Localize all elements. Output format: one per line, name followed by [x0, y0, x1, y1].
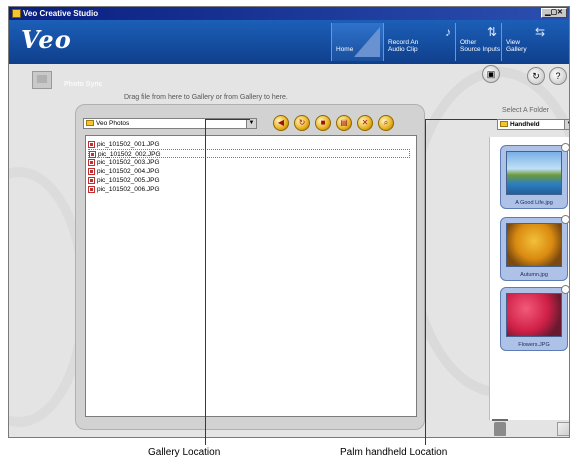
search-icon[interactable]: ⌕: [378, 115, 394, 131]
file-item[interactable]: pic_101502_005.JPG: [88, 176, 410, 185]
view-gallery-button[interactable]: ⇆ View Gallery: [501, 23, 549, 61]
back-icon[interactable]: ◀: [273, 115, 289, 131]
palm-handheld-location-label: Palm handheld Location: [340, 447, 448, 458]
file-item[interactable]: pic_101502_006.JPG: [88, 185, 410, 194]
gallery-folder-value: Veo Photos: [96, 120, 130, 127]
gallery-file-list[interactable]: pic_101502_001.JPG pic_101502_002.JPG pi…: [85, 135, 417, 417]
thumbnail-image: [506, 223, 562, 267]
trash-icon[interactable]: [492, 419, 508, 436]
thumbnail-caption: Autumn.jpg: [520, 272, 548, 278]
thumbnail-caption: Flowers.JPG: [518, 342, 550, 348]
thumbnail-caption: A Good Life.jpg: [515, 200, 553, 206]
image-file-icon: [88, 159, 95, 166]
drag-instruction: Drag file from here to Gallery or from G…: [124, 94, 288, 101]
file-item[interactable]: pic_101502_001.JPG: [88, 140, 410, 149]
file-name: pic_101502_002.JPG: [98, 151, 161, 158]
arrows-icon: ⇅: [486, 25, 497, 39]
other-source-inputs-label: Other Source Inputs: [460, 39, 501, 53]
image-file-icon: [88, 141, 95, 148]
record-audio-label: Record An Audio Clip: [388, 39, 419, 53]
select-corner-icon[interactable]: [561, 143, 569, 152]
file-name: pic_101502_006.JPG: [97, 186, 160, 193]
thumbnail-image: [506, 293, 562, 337]
app-icon: [12, 9, 21, 18]
select-corner-icon[interactable]: [561, 215, 569, 224]
folder-icon[interactable]: ▤: [336, 115, 352, 131]
image-file-icon: [89, 151, 96, 158]
veo-creative-studio-window: Veo Creative Studio ▁▢✕ Veo Home ♪ Recor…: [8, 6, 570, 438]
gallery-callout-line-vertical: [205, 119, 206, 445]
thumbnail-card[interactable]: Autumn.jpg: [500, 215, 569, 281]
home-label: Home: [336, 46, 354, 53]
handheld-thumbnail-list[interactable]: A Good Life.jpg Autumn.jpg Flowers.JPG: [489, 137, 569, 420]
image-file-icon: [88, 168, 95, 175]
stop-icon[interactable]: ■: [315, 115, 331, 131]
sync-icon[interactable]: ↻: [527, 67, 545, 85]
other-source-inputs-button[interactable]: ⇅ Other Source Inputs: [455, 23, 501, 61]
photo-sync-title: Photo Sync: [64, 81, 103, 88]
home-button[interactable]: Home: [331, 23, 383, 61]
select-corner-icon[interactable]: [561, 285, 569, 294]
handheld-folder-value: Handheld: [510, 121, 540, 128]
gallery-location-label: Gallery Location: [148, 447, 221, 458]
thumbnail-card[interactable]: A Good Life.jpg: [500, 143, 569, 209]
folder-icon: [86, 120, 94, 126]
file-name: pic_101502_003.JPG: [97, 159, 160, 166]
microphone-icon: ♪: [445, 25, 451, 39]
thumbnail-image: [506, 151, 562, 195]
header-bar: Veo Home ♪ Record An Audio Clip ⇅ Other …: [9, 20, 569, 64]
image-file-icon: [88, 186, 95, 193]
record-audio-button[interactable]: ♪ Record An Audio Clip: [383, 23, 455, 61]
folder-icon: [500, 121, 508, 127]
help-icon[interactable]: ?: [549, 67, 567, 85]
image-file-icon: [88, 177, 95, 184]
home-icon: [354, 27, 380, 57]
photo-sync-icon: [32, 71, 52, 89]
delete-icon[interactable]: ✕: [357, 115, 373, 131]
file-name: pic_101502_004.JPG: [97, 168, 160, 175]
gallery-icon: ⇆: [534, 25, 545, 39]
file-name: pic_101502_005.JPG: [97, 177, 160, 184]
select-folder-label: Select A Folder: [502, 107, 550, 114]
file-item[interactable]: pic_101502_003.JPG: [88, 158, 410, 167]
veo-logo: Veo: [21, 25, 72, 54]
window-title: Veo Creative Studio: [23, 9, 99, 18]
thumbnail-card[interactable]: Flowers.JPG: [500, 285, 569, 351]
palm-callout-line-vertical: [425, 119, 426, 445]
palm-icon[interactable]: ▣: [482, 65, 500, 83]
handheld-folder-select[interactable]: Handheld ▼: [497, 119, 569, 130]
palm-callout-line-horizontal: [425, 119, 497, 120]
title-bar: Veo Creative Studio ▁▢✕: [9, 7, 569, 20]
view-gallery-label: View Gallery: [506, 39, 527, 53]
refresh-icon[interactable]: ↻: [294, 115, 310, 131]
file-item[interactable]: pic_101502_002.JPG: [88, 149, 410, 158]
file-name: pic_101502_001.JPG: [97, 141, 160, 148]
window-controls[interactable]: ▁▢✕: [541, 8, 567, 18]
file-item[interactable]: pic_101502_004.JPG: [88, 167, 410, 176]
gallery-callout-line-horizontal: [205, 119, 250, 120]
document-icon[interactable]: [557, 422, 569, 436]
chevron-down-icon[interactable]: ▼: [246, 119, 256, 128]
chevron-down-icon[interactable]: ▼: [564, 120, 569, 129]
